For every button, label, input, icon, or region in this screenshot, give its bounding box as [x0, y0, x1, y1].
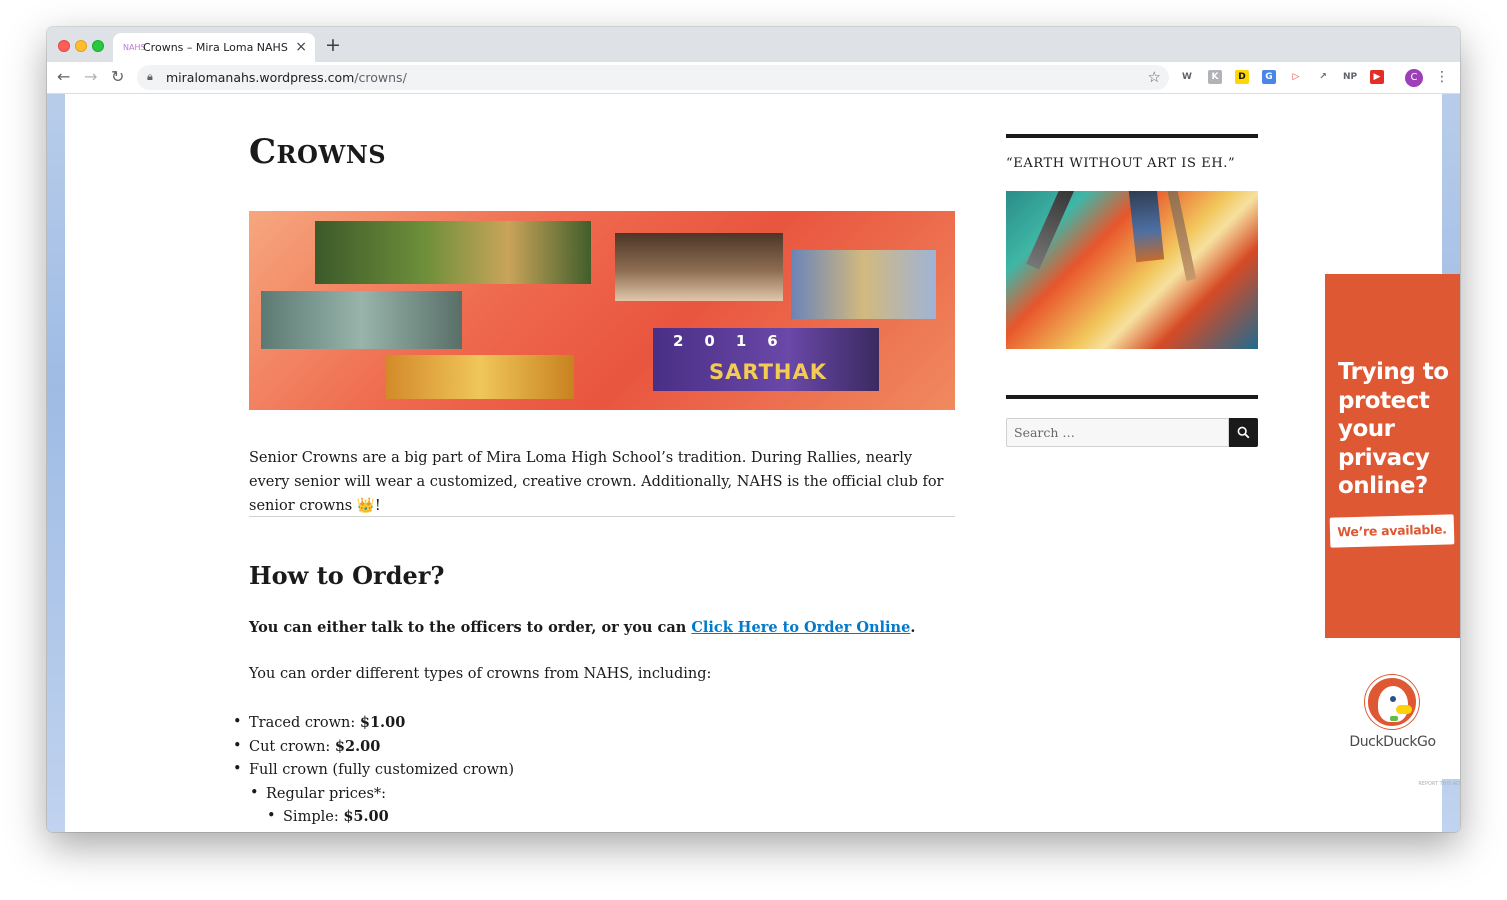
- minimize-window-button[interactable]: [75, 40, 87, 52]
- jungle-crown-photo: [315, 221, 591, 284]
- share-extension-icon[interactable]: ↗: [1316, 70, 1330, 84]
- d-extension-icon[interactable]: D: [1235, 70, 1249, 84]
- tab-close-icon[interactable]: ×: [295, 39, 307, 55]
- paint-brushes-image: [1006, 191, 1258, 349]
- characters-crown-photo: [791, 250, 936, 319]
- order-paragraph: You can either talk to the officers to o…: [249, 619, 916, 636]
- sarthak-crown-photo: 2016 SARTHAK: [653, 328, 879, 391]
- duckduckgo-ad[interactable]: Trying to protect your privacy online? W…: [1325, 274, 1460, 787]
- brush-shape: [1026, 191, 1080, 270]
- snow-crown-photo: [386, 355, 574, 399]
- crown-name-text: SARTHAK: [709, 360, 828, 384]
- w-extension-icon[interactable]: W: [1180, 70, 1194, 84]
- address-bar[interactable]: 🔒︎ miralomanahs.wordpress.com/crowns/ ☆: [137, 65, 1169, 90]
- site-favicon-icon: NAHS: [123, 43, 146, 52]
- browser-window: NAHS Crowns – Mira Loma NAHS × + ← → ↻ 🔒…: [47, 27, 1460, 832]
- search-input[interactable]: Search …: [1006, 418, 1229, 447]
- section-divider: [249, 516, 955, 517]
- lock-icon[interactable]: 🔒︎: [147, 70, 153, 84]
- profile-avatar[interactable]: C: [1405, 69, 1423, 87]
- duck-beak: [1396, 705, 1412, 714]
- list-item: Full crown (fully customized crown): [233, 758, 514, 782]
- page-content: Crowns 2016 SARTHAK Senior Crowns are a …: [65, 94, 1442, 832]
- dwarves-crown-photo: [261, 291, 462, 349]
- crown-types-intro: You can order different types of crowns …: [249, 666, 712, 682]
- crowns-banner-image: 2016 SARTHAK: [249, 211, 955, 410]
- youtube-extension-icon[interactable]: ▶: [1370, 70, 1384, 84]
- ad-headline: Trying to protect your privacy online?: [1338, 359, 1449, 499]
- sidebar-quote: “EARTH WITHOUT ART IS EH.”: [1006, 156, 1236, 171]
- tab-crowns[interactable]: NAHS Crowns – Mira Loma NAHS ×: [113, 33, 315, 62]
- cast-extension-icon[interactable]: ▷: [1289, 70, 1303, 84]
- search-icon: [1237, 426, 1250, 439]
- tab-strip: NAHS Crowns – Mira Loma NAHS × +: [47, 27, 1460, 62]
- maximize-window-button[interactable]: [92, 40, 104, 52]
- duckduckgo-logo-icon: [1365, 675, 1419, 729]
- tab-title: Crowns – Mira Loma NAHS: [143, 41, 288, 54]
- ad-cta-button[interactable]: We’re available.: [1329, 514, 1455, 548]
- crown-year-text: 2016: [673, 332, 799, 350]
- np-extension-icon[interactable]: NP: [1343, 70, 1357, 84]
- duck-bowtie: [1390, 716, 1398, 721]
- list-item: Regular prices*:: [250, 782, 514, 806]
- list-item: Simple: $5.00: [267, 805, 514, 829]
- forward-icon[interactable]: →: [84, 67, 97, 87]
- intro-paragraph: Senior Crowns are a big part of Mira Lom…: [249, 450, 944, 514]
- sidebar-rule-search: [1006, 395, 1258, 399]
- browser-menu-icon[interactable]: ⋮: [1435, 68, 1449, 86]
- lace-crown-photo: [615, 233, 783, 301]
- back-icon[interactable]: ←: [57, 67, 70, 87]
- crown-price-list: Traced crown: $1.00Cut crown: $2.00Full …: [233, 711, 514, 829]
- ad-brand-name: DuckDuckGo: [1349, 734, 1436, 750]
- page-viewport: Crowns 2016 SARTHAK Senior Crowns are a …: [47, 94, 1460, 832]
- translate-extension-icon[interactable]: G: [1262, 70, 1276, 84]
- new-tab-button[interactable]: +: [325, 35, 341, 55]
- ad-banner[interactable]: Trying to protect your privacy online? W…: [1325, 274, 1460, 638]
- list-item: Cut crown: $2.00: [233, 735, 514, 759]
- page-title: Crowns: [249, 132, 387, 172]
- close-window-button[interactable]: [58, 40, 70, 52]
- sidebar-rule-top: [1006, 134, 1258, 138]
- how-to-order-heading: How to Order?: [249, 561, 445, 590]
- list-item: Traced crown: $1.00: [233, 711, 514, 735]
- k-extension-icon[interactable]: K: [1208, 70, 1222, 84]
- duck-eye: [1390, 696, 1396, 702]
- order-online-link[interactable]: Click Here to Order Online: [691, 619, 910, 636]
- brush-shape: [1165, 191, 1197, 281]
- browser-toolbar: ← → ↻ 🔒︎ miralomanahs.wordpress.com/crow…: [47, 62, 1460, 94]
- search-button[interactable]: [1229, 418, 1258, 447]
- bookmark-star-icon[interactable]: ☆: [1148, 68, 1161, 86]
- url-text[interactable]: miralomanahs.wordpress.com/crowns/: [166, 70, 407, 85]
- reload-icon[interactable]: ↻: [111, 67, 124, 87]
- duck-head: [1378, 686, 1412, 722]
- report-ad-link[interactable]: REPORT THIS AD: [1418, 781, 1460, 787]
- brush-shape: [1125, 191, 1165, 263]
